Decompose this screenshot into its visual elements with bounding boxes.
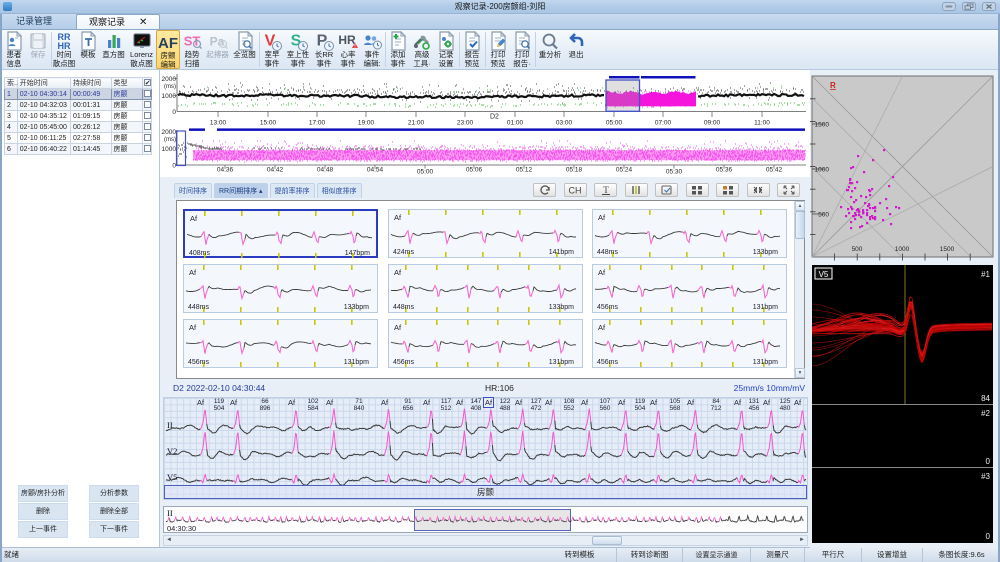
svg-text:448ms: 448ms xyxy=(188,304,210,311)
svg-text:84: 84 xyxy=(981,394,990,403)
svg-text:Af: Af xyxy=(189,323,197,332)
svg-text:Af: Af xyxy=(190,214,198,223)
svg-text:133bpm: 133bpm xyxy=(548,304,573,311)
svg-text:07:00: 07:00 xyxy=(655,120,672,127)
svg-text:17:00: 17:00 xyxy=(309,120,326,127)
svg-text:V5: V5 xyxy=(819,270,829,279)
svg-text:1000: 1000 xyxy=(162,146,177,153)
svg-text:09:00: 09:00 xyxy=(704,120,721,127)
svg-text:2000: 2000 xyxy=(162,129,177,136)
svg-text:Af: Af xyxy=(394,268,402,277)
svg-text:456ms: 456ms xyxy=(597,359,619,366)
svg-text:131bpm: 131bpm xyxy=(548,359,573,366)
svg-text:0: 0 xyxy=(172,163,176,170)
svg-text:13:00: 13:00 xyxy=(210,120,227,127)
svg-text:03:00: 03:00 xyxy=(556,120,573,127)
svg-text:131bpm: 131bpm xyxy=(753,359,778,366)
svg-text:408ms: 408ms xyxy=(189,250,211,257)
svg-text:CH: CH xyxy=(569,186,582,196)
svg-text:500: 500 xyxy=(818,212,829,219)
svg-text:Af: Af xyxy=(394,323,402,332)
svg-text:133bpm: 133bpm xyxy=(753,249,778,256)
svg-text:#1: #1 xyxy=(981,270,990,279)
svg-text:1000: 1000 xyxy=(815,167,830,174)
svg-text:(ms): (ms) xyxy=(164,84,176,90)
svg-text:Af: Af xyxy=(598,213,606,222)
svg-text:Af: Af xyxy=(394,213,402,222)
svg-text:D2: D2 xyxy=(490,114,499,121)
svg-text:131bpm: 131bpm xyxy=(344,359,369,366)
svg-text:#3: #3 xyxy=(981,472,990,481)
svg-text:131bpm: 131bpm xyxy=(753,304,778,311)
svg-text:424ms: 424ms xyxy=(393,249,415,256)
svg-text:05:00: 05:00 xyxy=(606,120,623,127)
svg-text:19:00: 19:00 xyxy=(358,120,375,127)
svg-text:0: 0 xyxy=(986,457,991,466)
svg-text:456ms: 456ms xyxy=(188,359,210,366)
svg-text:AF: AF xyxy=(158,35,178,52)
svg-text:1000: 1000 xyxy=(162,93,177,100)
svg-text:1500: 1500 xyxy=(815,122,830,129)
svg-text:0: 0 xyxy=(172,109,176,116)
svg-text:1000: 1000 xyxy=(895,246,910,253)
svg-text:#2: #2 xyxy=(981,409,990,418)
svg-text:Pa: Pa xyxy=(209,35,224,49)
svg-text:23:00: 23:00 xyxy=(457,120,474,127)
svg-text:T: T xyxy=(603,185,609,195)
svg-text:Af: Af xyxy=(189,268,197,277)
svg-text:141bpm: 141bpm xyxy=(548,249,573,256)
svg-text:11:00: 11:00 xyxy=(754,120,770,127)
svg-text:Af: Af xyxy=(598,323,606,332)
svg-text:500: 500 xyxy=(852,246,863,253)
svg-text:448ms: 448ms xyxy=(393,304,415,311)
svg-text:15:00: 15:00 xyxy=(260,120,277,127)
svg-text:456ms: 456ms xyxy=(393,359,415,366)
svg-text:133bpm: 133bpm xyxy=(344,304,369,311)
svg-text:05:30: 05:30 xyxy=(666,169,683,176)
svg-text:05:00: 05:00 xyxy=(417,169,434,176)
svg-text:456ms: 456ms xyxy=(597,304,619,311)
svg-text:21:00: 21:00 xyxy=(408,120,425,127)
svg-text:01:00: 01:00 xyxy=(507,120,524,127)
svg-text:(ms): (ms) xyxy=(164,137,176,143)
svg-text:1500: 1500 xyxy=(940,246,955,253)
svg-text:R: R xyxy=(830,81,836,90)
svg-text:2000: 2000 xyxy=(162,76,177,83)
svg-text:0: 0 xyxy=(986,532,991,541)
svg-text:448ms: 448ms xyxy=(597,249,619,256)
svg-text:147bpm: 147bpm xyxy=(345,250,370,257)
svg-text:Af: Af xyxy=(598,268,606,277)
